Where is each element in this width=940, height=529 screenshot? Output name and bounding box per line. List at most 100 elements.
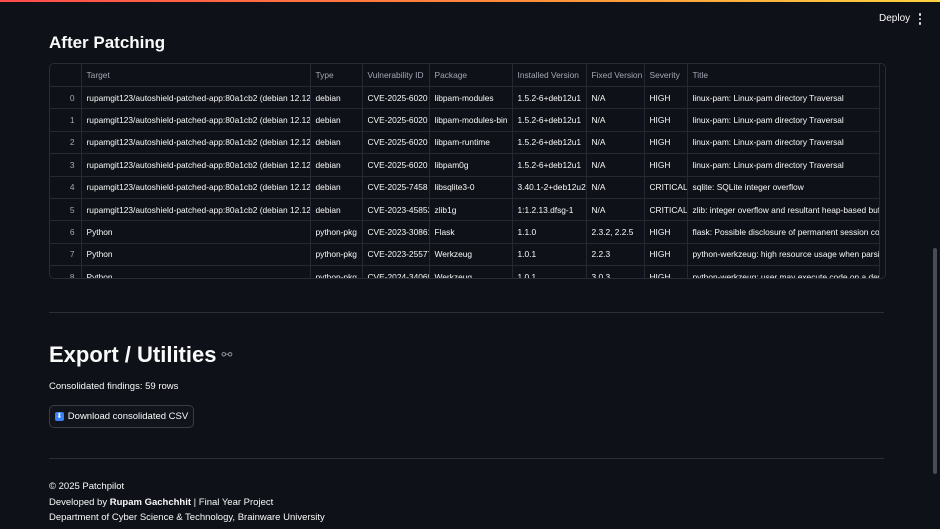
table-cell[interactable]: flask: Possible disclosure of permanent … xyxy=(687,220,880,244)
page-scrollbar[interactable] xyxy=(933,248,937,474)
table-cell[interactable]: rupamgit123/autoshield-patched-app:80a1c… xyxy=(81,153,311,177)
table-cell[interactable]: CRITICAL xyxy=(644,198,688,222)
table-cell[interactable]: libpam0g xyxy=(429,153,513,177)
table-cell[interactable]: 3.40.1-2+deb12u2 xyxy=(512,176,587,199)
table-cell[interactable]: CVE-2023-25577 xyxy=(362,243,430,267)
table-cell[interactable]: CRITICAL xyxy=(644,176,688,199)
table-cell[interactable]: 1.0.1 xyxy=(512,243,587,267)
table-cell[interactable]: libsqlite3-0 xyxy=(429,176,513,199)
table-cell[interactable]: CVE-2024-34069 xyxy=(362,265,430,278)
table-cell[interactable]: HIGH xyxy=(644,265,688,278)
table-cell[interactable]: Werkzeug xyxy=(429,265,513,278)
table-cell[interactable]: 1.5.2-6+deb12u1 xyxy=(512,153,587,177)
table-cell[interactable]: CVE-2025-6020 xyxy=(362,131,430,155)
table-cell[interactable]: Python xyxy=(81,265,311,278)
table-cell[interactable]: python-werkzeug: high resource usage whe… xyxy=(687,243,880,267)
table-cell[interactable]: Python xyxy=(81,243,311,267)
table-row[interactable]: 1 rupamgit123/autoshield-patched-app:80a1… xyxy=(50,108,880,132)
column-header[interactable]: Installed Version xyxy=(512,64,587,87)
table-cell[interactable]: 1.0.1 xyxy=(512,265,587,278)
table-row[interactable]: 0 rupamgit123/autoshield-patched-app:80a1… xyxy=(50,86,880,110)
table-row[interactable]: 3 rupamgit123/autoshield-patched-app:80a1… xyxy=(50,153,880,177)
column-header[interactable]: Severity xyxy=(644,64,688,87)
table-cell[interactable]: rupamgit123/autoshield-patched-app:80a1c… xyxy=(81,108,311,132)
table-cell[interactable]: 1:1.2.13.dfsg-1 xyxy=(512,198,587,222)
column-header[interactable]: Vulnerability ID xyxy=(362,64,430,87)
table-row[interactable]: 6 Python python-pkg CVE-2023-30861 Flask 1.1.… xyxy=(50,220,880,244)
table-cell[interactable]: python-pkg xyxy=(310,243,363,267)
table-cell[interactable]: N/A xyxy=(586,86,645,110)
row-index-cell[interactable]: 6 xyxy=(50,220,82,244)
table-cell[interactable]: debian xyxy=(310,108,363,132)
table-cell[interactable]: 3.0.3 xyxy=(586,265,645,278)
table-row[interactable]: 4 rupamgit123/autoshield-patched-app:80a1… xyxy=(50,176,880,199)
row-index-cell[interactable]: 5 xyxy=(50,198,82,222)
table-cell[interactable]: HIGH xyxy=(644,153,688,177)
table-cell[interactable]: 1.5.2-6+deb12u1 xyxy=(512,131,587,155)
row-index-cell[interactable]: 7 xyxy=(50,243,82,267)
table-cell[interactable]: N/A xyxy=(586,131,645,155)
table-cell[interactable]: debian xyxy=(310,131,363,155)
column-header[interactable]: Title xyxy=(687,64,880,87)
table-cell[interactable]: CVE-2025-7458 xyxy=(362,176,430,199)
table-row[interactable]: 5 rupamgit123/autoshield-patched-app:80a1… xyxy=(50,198,880,222)
table-cell[interactable]: 1.5.2-6+deb12u1 xyxy=(512,108,587,132)
table-cell[interactable]: python-werkzeug: user may execute code o… xyxy=(687,265,880,278)
table-cell[interactable]: rupamgit123/autoshield-patched-app:80a1c… xyxy=(81,198,311,222)
table-cell[interactable]: CVE-2025-6020 xyxy=(362,108,430,132)
table-cell[interactable]: rupamgit123/autoshield-patched-app:80a1c… xyxy=(81,86,311,110)
table-row[interactable]: 7 Python python-pkg CVE-2023-25577 Werkzeug 1… xyxy=(50,243,880,267)
table-cell[interactable]: rupamgit123/autoshield-patched-app:80a1c… xyxy=(81,131,311,155)
table-cell[interactable]: N/A xyxy=(586,153,645,177)
table-cell[interactable]: HIGH xyxy=(644,108,688,132)
table-cell[interactable]: Python xyxy=(81,220,311,244)
table-cell[interactable]: 2.2.3 xyxy=(586,243,645,267)
table-cell[interactable]: linux-pam: Linux-pam directory Traversal xyxy=(687,108,880,132)
column-header[interactable]: Fixed Version xyxy=(586,64,645,87)
table-cell[interactable]: N/A xyxy=(586,176,645,199)
table-cell[interactable]: linux-pam: Linux-pam directory Traversal xyxy=(687,153,880,177)
table-cell[interactable]: libpam-modules xyxy=(429,86,513,110)
link-icon[interactable]: ⚯ xyxy=(221,347,232,363)
column-header[interactable]: Target xyxy=(81,64,311,87)
column-header-index[interactable] xyxy=(50,64,82,87)
table-cell[interactable]: 1.1.0 xyxy=(512,220,587,244)
column-header[interactable]: Package xyxy=(429,64,513,87)
table-cell[interactable]: zlib1g xyxy=(429,198,513,222)
table-cell[interactable]: zlib: integer overflow and resultant hea… xyxy=(687,198,880,222)
table-cell[interactable]: python-pkg xyxy=(310,220,363,244)
main-menu-icon[interactable] xyxy=(913,10,927,28)
table-cell[interactable]: N/A xyxy=(586,108,645,132)
table-cell[interactable]: N/A xyxy=(586,198,645,222)
row-index-cell[interactable]: 0 xyxy=(50,86,82,110)
table-cell[interactable]: debian xyxy=(310,153,363,177)
table-cell[interactable]: HIGH xyxy=(644,86,688,110)
table-cell[interactable]: debian xyxy=(310,86,363,110)
table-cell[interactable]: CVE-2025-6020 xyxy=(362,153,430,177)
table-cell[interactable]: CVE-2023-30861 xyxy=(362,220,430,244)
column-header[interactable]: Type xyxy=(310,64,363,87)
table-cell[interactable]: sqlite: SQLite integer overflow xyxy=(687,176,880,199)
table-cell[interactable]: HIGH xyxy=(644,243,688,267)
table-cell[interactable]: Flask xyxy=(429,220,513,244)
table-cell[interactable]: libpam-modules-bin xyxy=(429,108,513,132)
table-cell[interactable]: debian xyxy=(310,198,363,222)
table-cell[interactable]: 1.5.2-6+deb12u1 xyxy=(512,86,587,110)
table-cell[interactable]: HIGH xyxy=(644,220,688,244)
table-cell[interactable]: linux-pam: Linux-pam directory Traversal xyxy=(687,86,880,110)
table-cell[interactable]: CVE-2025-6020 xyxy=(362,86,430,110)
row-index-cell[interactable]: 8 xyxy=(50,265,82,278)
table-cell[interactable]: python-pkg xyxy=(310,265,363,278)
deploy-button[interactable]: Deploy xyxy=(873,10,916,27)
row-index-cell[interactable]: 1 xyxy=(50,108,82,132)
table-cell[interactable]: 2.3.2, 2.2.5 xyxy=(586,220,645,244)
after-patching-table[interactable]: Target Type Vulnerability ID Package Install… xyxy=(49,63,886,279)
table-cell[interactable]: debian xyxy=(310,176,363,199)
row-index-cell[interactable]: 4 xyxy=(50,176,82,199)
download-csv-button[interactable]: ⬇ Download consolidated CSV xyxy=(49,405,194,428)
table-cell[interactable]: linux-pam: Linux-pam directory Traversal xyxy=(687,131,880,155)
table-row[interactable]: 2 rupamgit123/autoshield-patched-app:80a1… xyxy=(50,131,880,155)
table-cell[interactable]: Werkzeug xyxy=(429,243,513,267)
table-cell[interactable]: rupamgit123/autoshield-patched-app:80a1c… xyxy=(81,176,311,199)
table-cell[interactable]: HIGH xyxy=(644,131,688,155)
